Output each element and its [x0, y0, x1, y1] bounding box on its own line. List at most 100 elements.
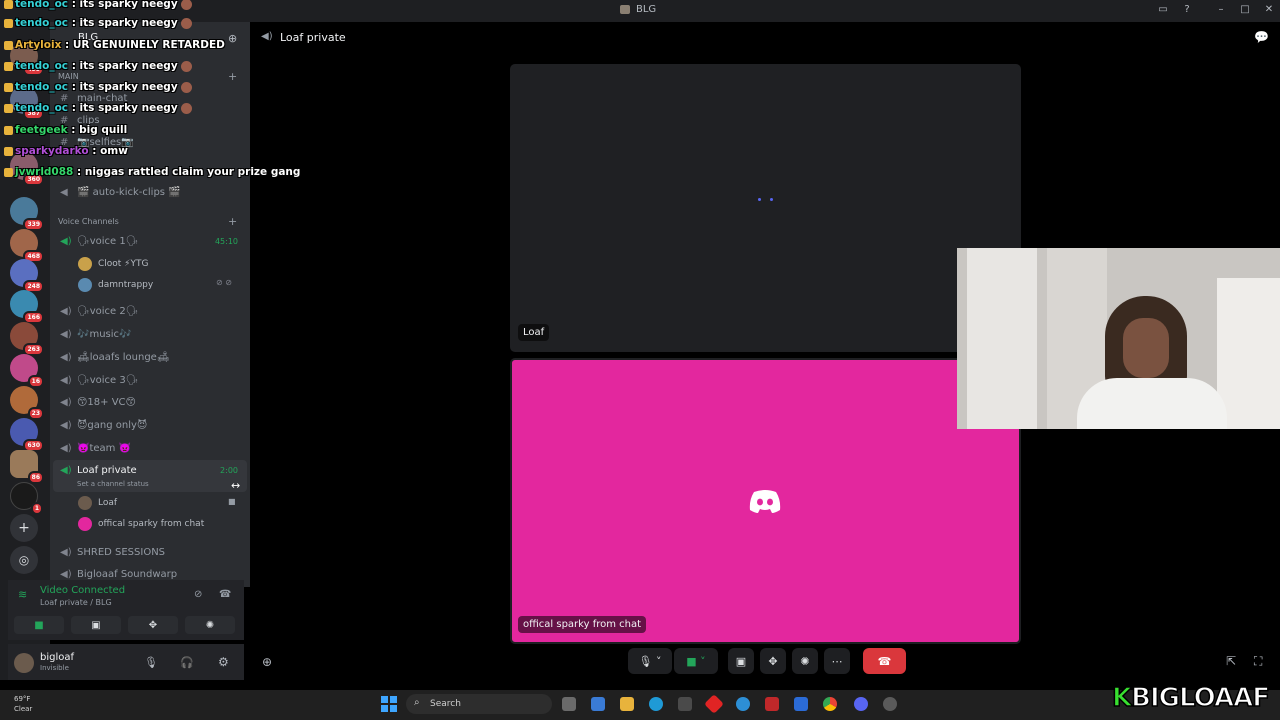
chat-overlay-line: Artyloix : UR GENUINELY RETARDED — [4, 39, 225, 51]
server-item-blg[interactable]: 86 — [10, 450, 44, 484]
mcafee-icon[interactable] — [765, 697, 779, 711]
add-friend-icon[interactable]: ⊕ — [228, 32, 237, 45]
chat-message: : UR GENUINELY RETARDED — [61, 39, 225, 51]
chat-username: tendo_oc — [15, 0, 69, 10]
noise-suppression-icon[interactable]: ⊘ — [194, 589, 202, 600]
voice-channel[interactable]: ◀) 🗣voice 1🗣 45:10 — [50, 231, 250, 251]
channel-title: Loaf private — [280, 31, 346, 44]
channel-status[interactable]: Set a channel status — [77, 480, 149, 488]
disconnect-icon[interactable]: ☎ — [219, 589, 231, 600]
add-channel-icon[interactable]: + — [228, 70, 237, 83]
chat-overlay-line: tendo_oc : its sparky neegy — [4, 81, 192, 93]
voice-channel[interactable]: ◀) 🎶music🎶 — [50, 324, 250, 344]
avatar[interactable] — [14, 653, 34, 673]
invite-icon[interactable]: ⊕ — [262, 655, 272, 669]
mail-icon[interactable] — [794, 697, 808, 711]
inbox-icon[interactable]: ▭ — [1156, 4, 1170, 15]
screenshare-button[interactable]: ▣ — [71, 616, 121, 634]
voice-channel[interactable]: ◀) 🛋loaafs lounge🛋 — [50, 347, 250, 367]
chat-message: : its sparky neegy — [68, 17, 178, 29]
speaker-icon: ◀) — [60, 374, 72, 386]
channel-auto-kick-clips[interactable]: ◀ 🎬 auto-kick-clips 🎬 — [50, 182, 250, 202]
microphone-icon[interactable]: 🎙 — [144, 656, 158, 669]
loading-dot — [758, 198, 761, 201]
chat-message: : niggas rattled claim your prize gang — [73, 166, 301, 178]
server-item[interactable]: 23 — [10, 386, 44, 420]
blinds — [967, 248, 1037, 429]
voice-channel[interactable]: ◀) 👿team 👿 — [50, 438, 250, 458]
voice-user[interactable]: Loaf — [78, 494, 117, 512]
chat-badge-icon — [4, 40, 13, 50]
help-app-icon[interactable] — [736, 697, 750, 711]
server-item[interactable]: 339 — [10, 197, 44, 231]
voice-channel[interactable]: ◀) 🗣voice 2🗣 — [50, 301, 250, 321]
voice-user[interactable]: offical sparky from chat — [78, 515, 204, 533]
voice-channel[interactable]: ◀) 😙18+ VC😙 — [50, 392, 250, 412]
voice-connected-sub[interactable]: Loaf private / BLG — [40, 598, 112, 607]
activities-button[interactable]: ✥ — [760, 648, 786, 674]
server-item[interactable]: 1 — [10, 482, 43, 515]
camera-button[interactable]: ■ — [14, 616, 64, 634]
maximize-button[interactable]: □ — [1238, 4, 1252, 15]
minimize-button[interactable]: – — [1214, 4, 1228, 15]
mute-button[interactable]: 🎙 ˅ — [628, 648, 672, 674]
app-icon[interactable] — [883, 697, 897, 711]
category-main[interactable]: MAIN — [58, 72, 79, 81]
video-tile[interactable]: Loaf — [510, 64, 1021, 352]
camera-button[interactable]: ■ ˅ — [674, 648, 718, 674]
file-explorer-icon[interactable] — [620, 697, 634, 711]
store-icon[interactable] — [678, 697, 692, 711]
settings-gear-icon[interactable]: ⚙ — [218, 655, 229, 669]
chat-overlay-line: sparkydarko : omw — [4, 145, 128, 157]
server-item[interactable]: 630 — [10, 418, 44, 452]
speaker-icon: ◀) — [60, 419, 72, 431]
task-view-icon[interactable] — [562, 697, 576, 711]
weather-widget[interactable]: 69°F Clear — [14, 694, 32, 714]
video-icon: ■ — [228, 497, 236, 506]
voice-channel[interactable]: ◀) SHRED SESSIONS — [50, 542, 250, 562]
activities-button[interactable]: ✥ — [128, 616, 178, 634]
door — [1217, 278, 1280, 429]
voice-user[interactable]: Cloot ⚡YTG — [78, 255, 148, 273]
headphones-icon[interactable]: 🎧 — [180, 656, 194, 669]
close-button[interactable]: ✕ — [1262, 4, 1276, 15]
end-call-button[interactable]: ☎ — [863, 648, 906, 674]
voice-channel[interactable]: ◀) 🗣voice 3🗣 — [50, 370, 250, 390]
edge-icon[interactable] — [649, 697, 663, 711]
add-voice-channel-icon[interactable]: + — [228, 215, 237, 228]
server-item[interactable]: 248 — [10, 259, 44, 293]
server-item[interactable]: 263 — [10, 322, 44, 356]
chat-overlay-line: jvwrld088 : niggas rattled claim your pr… — [4, 166, 300, 178]
soundboard-button[interactable]: ✺ — [185, 616, 235, 634]
chat-overlay-line: tendo_oc : its sparky neegy — [4, 0, 192, 10]
category-voice[interactable]: Voice Channels — [58, 217, 119, 226]
server-item[interactable]: 16 — [10, 354, 44, 388]
tile-label: offical sparky from chat — [518, 616, 647, 633]
fullscreen-icon[interactable]: ⛶ — [1254, 654, 1262, 669]
popout-icon[interactable]: ⇱ — [1226, 654, 1236, 668]
voice-user[interactable]: damntrappy — [78, 276, 153, 294]
voice-channel[interactable]: ◀) 😈gang only😈 — [50, 415, 250, 435]
chat-overlay-line: tendo_oc : its sparky neegy — [4, 102, 192, 114]
more-button[interactable]: ⋯ — [824, 648, 850, 674]
chat-badge-icon — [4, 167, 13, 177]
chrome-icon[interactable] — [823, 697, 837, 711]
chat-icon[interactable]: 💬 — [1254, 30, 1269, 44]
taskbar-search[interactable]: Search — [406, 694, 552, 714]
speaker-icon: ◀) — [60, 305, 72, 317]
screenshare-button[interactable]: ▣ — [728, 648, 754, 674]
windows-start-icon[interactable] — [381, 696, 397, 712]
chat-username: tendo_oc — [15, 102, 69, 114]
copilot-icon[interactable] — [591, 697, 605, 711]
explore-icon[interactable]: ◎ — [10, 546, 38, 574]
server-item[interactable]: 468 — [10, 229, 44, 263]
taskbar — [0, 690, 1280, 720]
speaker-icon: ◀) — [261, 31, 273, 42]
help-icon[interactable]: ? — [1180, 4, 1194, 15]
discord-taskbar-icon[interactable] — [854, 697, 868, 711]
server-item[interactable]: 166 — [10, 290, 44, 324]
speaker-icon: ◀) — [60, 568, 72, 580]
voice-channel-loaf-private[interactable]: ◀) Loaf private 2:00 — [50, 460, 250, 480]
add-server-icon[interactable]: + — [10, 514, 38, 542]
soundboard-button[interactable]: ✺ — [792, 648, 818, 674]
